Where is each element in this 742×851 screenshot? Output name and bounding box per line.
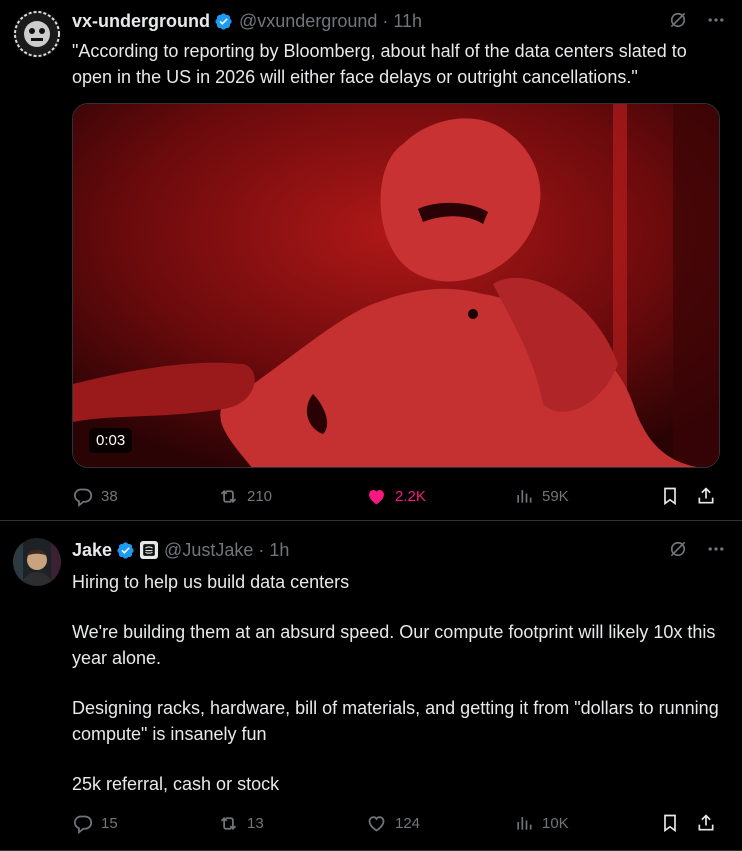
- tweet-justjake[interactable]: Jake @JustJake · 1h Hiring to help us bu…: [0, 522, 742, 851]
- repost-button[interactable]: 210: [218, 484, 272, 508]
- share-icon: [698, 814, 714, 831]
- separator: ·: [382, 10, 389, 31]
- header-actions: [668, 10, 726, 30]
- video-frame: [73, 104, 719, 467]
- display-name[interactable]: Jake: [72, 540, 112, 561]
- tweet-actions: 15 13 124 10K: [72, 811, 722, 835]
- like-count: 2.2K: [395, 487, 426, 505]
- repost-count: 13: [247, 814, 264, 832]
- like-count: 124: [395, 814, 421, 832]
- more-icon[interactable]: [706, 539, 726, 559]
- handle[interactable]: @JustJake: [164, 540, 253, 561]
- repost-icon: [220, 489, 237, 503]
- views-count: 59K: [542, 487, 569, 505]
- verified-badge-icon: [117, 541, 134, 559]
- tweet-paragraph: We're building them at an absurd speed. …: [72, 622, 716, 668]
- share-button[interactable]: [696, 811, 724, 835]
- heart-icon: [368, 815, 385, 832]
- repost-button[interactable]: 13: [218, 811, 264, 835]
- handle[interactable]: @vxunderground: [239, 11, 377, 32]
- views-icon: [517, 817, 532, 830]
- reply-button[interactable]: 38: [72, 484, 118, 508]
- tweet-vxunderground[interactable]: vx-underground @vxunderground · 11h "Acc…: [0, 0, 742, 521]
- affiliation-badge-icon[interactable]: [140, 541, 159, 559]
- display-name[interactable]: vx-underground: [72, 11, 210, 32]
- tweet-paragraph: 25k referral, cash or stock: [72, 774, 280, 794]
- separator: ·: [258, 539, 265, 560]
- video-player[interactable]: 0:03: [72, 103, 720, 468]
- reply-icon: [74, 815, 93, 834]
- bookmark-button[interactable]: [660, 811, 688, 835]
- tweet-text: "According to reporting by Bloomberg, ab…: [72, 41, 687, 87]
- grok-icon[interactable]: [668, 539, 688, 559]
- repost-count: 210: [247, 487, 273, 505]
- views-icon: [517, 490, 532, 503]
- video-duration: 0:03: [89, 428, 133, 453]
- timestamp[interactable]: 1h: [269, 540, 289, 561]
- tweet-header: Jake @JustJake · 1h: [72, 539, 726, 561]
- avatar[interactable]: [13, 538, 61, 586]
- reply-count: 15: [101, 814, 118, 832]
- tweet-paragraph: Designing racks, hardware, bill of mater…: [72, 698, 719, 744]
- timestamp[interactable]: 11h: [393, 11, 422, 32]
- bookmark-icon: [664, 814, 676, 833]
- avatar[interactable]: [13, 10, 61, 58]
- more-icon[interactable]: [706, 10, 726, 30]
- like-button[interactable]: 2.2K: [366, 484, 426, 508]
- reply-button[interactable]: 15: [72, 811, 118, 835]
- tweet-text: Hiring to help us build data centers We'…: [72, 569, 722, 797]
- tweet-header: vx-underground @vxunderground · 11h: [72, 10, 726, 32]
- like-button[interactable]: 124: [366, 811, 420, 835]
- bookmark-button[interactable]: [660, 484, 688, 508]
- tweet-actions: 38 210 2.2K 59K: [72, 484, 722, 508]
- heart-filled-icon: [369, 489, 384, 504]
- grok-icon[interactable]: [668, 10, 688, 30]
- share-icon: [698, 487, 714, 504]
- verified-badge-icon: [215, 12, 232, 30]
- repost-icon: [220, 816, 237, 830]
- views-button[interactable]: 59K: [514, 484, 569, 508]
- share-button[interactable]: [696, 484, 724, 508]
- header-actions: [668, 539, 726, 559]
- reply-icon: [74, 488, 93, 507]
- views-count: 10K: [542, 814, 569, 832]
- views-button[interactable]: 10K: [514, 811, 569, 835]
- bookmark-icon: [664, 487, 676, 506]
- reply-count: 38: [101, 487, 118, 505]
- tweet-paragraph: Hiring to help us build data centers: [72, 572, 350, 592]
